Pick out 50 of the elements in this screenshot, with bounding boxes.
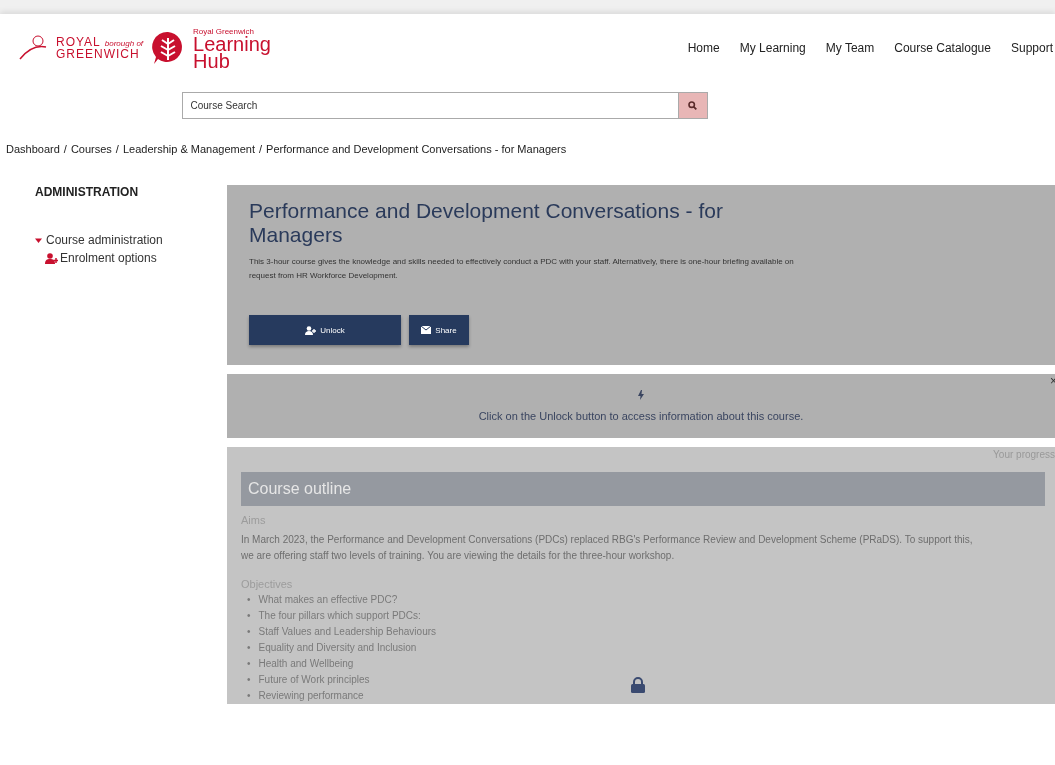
objective-item: What makes an effective PDC? xyxy=(258,593,398,607)
nav-link[interactable]: My Team xyxy=(825,41,875,55)
bullet: • xyxy=(247,657,251,671)
aims-text: In March 2023, the Performance and Development Conversations (PDCs) replaced RBG's Performance Review and Development Scheme (PRaDS). To support this, we are offering staff two levels of training. You are viewing the details for the three-hour workshop. xyxy=(241,533,974,563)
objective-item: The four pillars which support PDCs: xyxy=(258,609,421,623)
bullet: • xyxy=(247,609,251,623)
breadcrumb-separator: / xyxy=(115,143,119,155)
search-icon xyxy=(688,101,697,110)
padlock-icon xyxy=(631,677,645,693)
bullet: • xyxy=(247,593,251,607)
course-summary: This 3-hour course gives the knowledge and skills needed to effectively conduct a PDC with your staff. Alternatively, there is one-hour briefing available on request from HR Workforce Development. xyxy=(249,256,795,282)
sidebar-item[interactable]: Course administration xyxy=(35,233,227,247)
nav-link[interactable]: Home xyxy=(687,41,720,55)
objective-item: Future of Work principles xyxy=(258,673,370,687)
caret-icon xyxy=(35,236,42,244)
bullet: • xyxy=(247,689,251,703)
notice-text: Click on the Unlock button to access information about this course. xyxy=(478,410,804,422)
breadcrumb-separator: / xyxy=(63,143,67,155)
section-heading: Course outline xyxy=(241,472,1045,506)
user-plus-icon xyxy=(45,252,58,264)
course-title: Performance and Development Conversations - for Managers xyxy=(249,199,724,247)
lightning-icon xyxy=(638,390,644,400)
logo-text: Hub xyxy=(193,52,230,70)
nav-link[interactable]: Course Catalogue xyxy=(894,41,991,55)
sidebar-item[interactable]: Enrolment options xyxy=(45,251,227,265)
unlock-button[interactable]: Unlock xyxy=(249,315,401,345)
sidebar-title: ADMINISTRATION xyxy=(35,185,140,199)
bullet: • xyxy=(247,641,251,655)
logo-text: GREENWICH xyxy=(56,48,141,60)
breadcrumb-link[interactable]: Courses xyxy=(70,143,112,155)
breadcrumb-link[interactable]: Dashboard xyxy=(6,143,60,155)
breadcrumb-link[interactable]: Leadership & Management xyxy=(122,143,255,155)
objective-item: Equality and Diversity and Inclusion xyxy=(258,641,417,655)
bullet: • xyxy=(247,673,251,687)
nav-link[interactable]: Support xyxy=(1010,41,1053,55)
search-button[interactable] xyxy=(677,92,708,119)
bullet: • xyxy=(247,625,251,639)
breadcrumb-separator: / xyxy=(259,143,263,155)
envelope-icon xyxy=(421,326,432,334)
user-plus-icon xyxy=(305,325,317,335)
logo-text: Learning xyxy=(193,35,271,53)
objective-item: Reviewing performance xyxy=(258,689,364,703)
objective-item: Staff Values and Leadership Behaviours xyxy=(258,625,437,639)
objective-item: Health and Wellbeing xyxy=(258,657,354,671)
breadcrumb-link[interactable]: Performance and Development Conversations - for Managers xyxy=(266,143,567,155)
logo-text: Royal Greenwich xyxy=(193,26,254,36)
nav-link[interactable]: My Learning xyxy=(739,41,806,55)
share-button[interactable]: Share xyxy=(409,315,469,345)
logo-text: ROYAL borough of xyxy=(56,36,144,49)
search-field[interactable]: Course Search xyxy=(181,92,678,119)
